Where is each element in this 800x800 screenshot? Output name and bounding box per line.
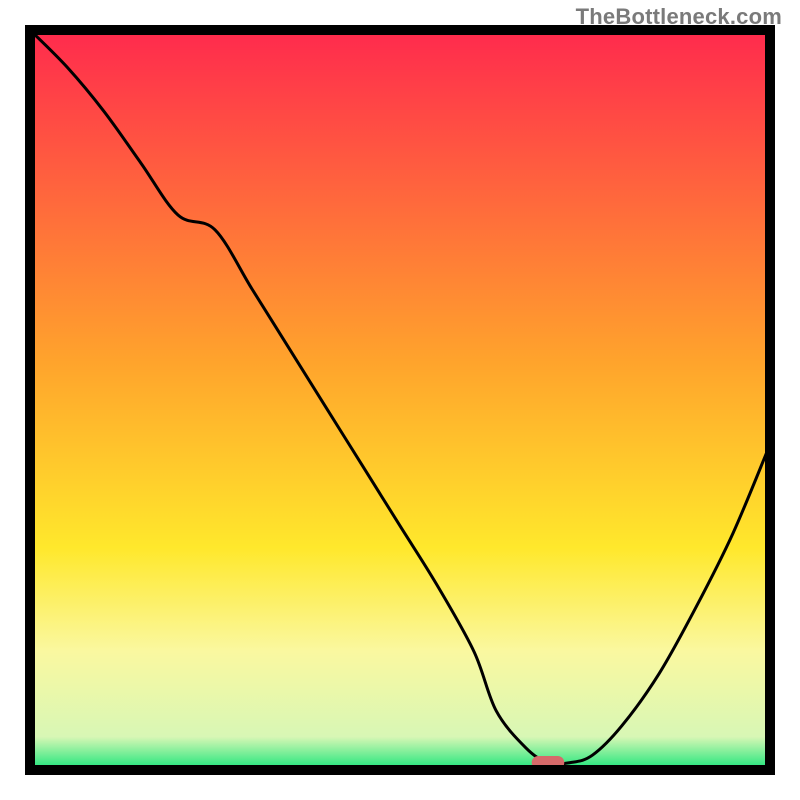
gradient-background (30, 30, 770, 770)
chart-svg (0, 0, 800, 800)
watermark-label: TheBottleneck.com (576, 4, 782, 30)
chart-stage: TheBottleneck.com (0, 0, 800, 800)
